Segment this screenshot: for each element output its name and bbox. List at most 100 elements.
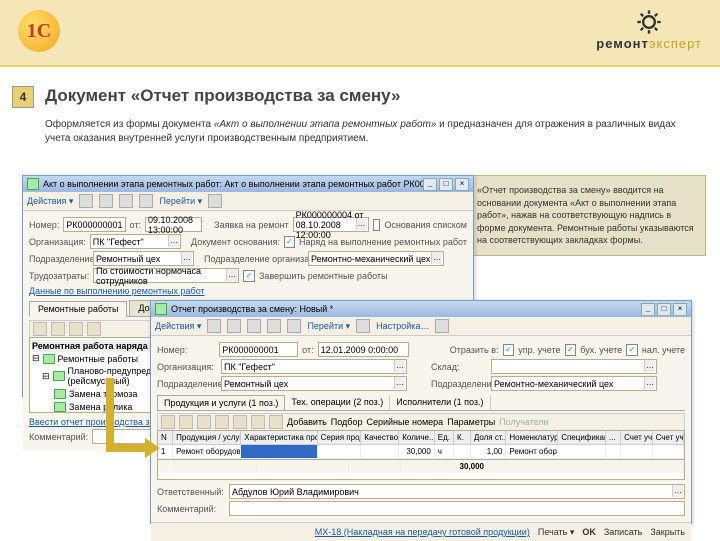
recipients-button[interactable]: Получатели (499, 417, 549, 427)
select-org[interactable]: ПК "Гефест" (221, 359, 407, 374)
tab-repair-works[interactable]: Ремонтные работы (29, 301, 127, 317)
toolbar-icon[interactable] (87, 322, 101, 336)
toolbar-icon[interactable] (247, 319, 261, 333)
col-header[interactable]: К. (454, 431, 471, 444)
actions-menu[interactable]: Действия ▾ (27, 196, 73, 207)
grid-cell[interactable] (653, 445, 684, 458)
select-request[interactable]: РК000000004 от 08.10.2008 12:00:00 (293, 217, 369, 232)
grid-cell[interactable] (241, 445, 317, 458)
print-button[interactable]: Печать ▾ (538, 527, 575, 538)
add-button[interactable]: Добавить (287, 417, 327, 427)
toolbar-icon[interactable] (227, 319, 241, 333)
col-header[interactable]: Характеристика продукции (241, 431, 317, 444)
grid-cell[interactable]: 1,00 (471, 445, 507, 458)
input-date[interactable]: 12.01.2009 0:00:00 (318, 342, 410, 357)
serials-button[interactable]: Серийные номера (366, 417, 443, 427)
grid-cell[interactable]: 1 (158, 445, 173, 458)
pick-button[interactable]: Подбор (331, 417, 363, 427)
toolbar-icon[interactable] (287, 319, 301, 333)
titlebar-act[interactable]: Акт о выполнении этапа ремонтных работ: … (23, 176, 473, 192)
toolbar-icon[interactable] (251, 415, 265, 429)
select-labor[interactable]: По стоимости нормочаса сотрудников (93, 268, 239, 283)
toolbar-icon[interactable] (99, 194, 113, 208)
tab-performers[interactable]: Исполнители (1 поз.) (390, 395, 490, 410)
goto-menu[interactable]: Перейти ▾ (307, 321, 350, 332)
grid-cell[interactable] (621, 445, 652, 458)
input-number[interactable]: РК000000001 (63, 217, 125, 232)
grid-cell[interactable]: 30,000 (399, 445, 435, 458)
toolbar-icon[interactable] (356, 319, 370, 333)
select-dept-org[interactable]: Ремонтно-механический цех (491, 376, 657, 391)
checkbox-finish[interactable]: ✓ (243, 270, 255, 282)
col-header[interactable]: Счет уч... (653, 431, 684, 444)
minimize-icon[interactable]: _ (641, 303, 655, 316)
toolbar-icon[interactable] (215, 415, 229, 429)
toolbar-icon[interactable] (69, 322, 83, 336)
toolbar-icon[interactable] (79, 194, 93, 208)
col-header[interactable]: Качество (361, 431, 399, 444)
grid-cell[interactable] (558, 445, 606, 458)
save-button[interactable]: Записать (604, 527, 642, 537)
checkbox-tax[interactable]: ✓ (626, 344, 638, 356)
toolbar-icon[interactable] (179, 415, 193, 429)
grid-cell[interactable] (318, 445, 362, 458)
params-button[interactable]: Параметры (447, 417, 495, 427)
toolbar-icon[interactable] (207, 319, 221, 333)
close-icon[interactable]: × (455, 178, 469, 191)
select-org[interactable]: ПК "Гефест" (90, 234, 181, 249)
select-dept-org[interactable]: Ремонтно-механический цех (308, 251, 444, 266)
minimize-icon[interactable]: _ (423, 178, 437, 191)
col-header[interactable]: Ед. (435, 431, 454, 444)
checkbox-acct[interactable]: ✓ (565, 344, 577, 356)
toolbar-icon[interactable] (269, 415, 283, 429)
grid-cell[interactable]: ч (435, 445, 454, 458)
ok-button[interactable]: OK (582, 527, 596, 537)
toolbar-icon[interactable] (435, 319, 449, 333)
col-header[interactable]: Номенклатур... (506, 431, 558, 444)
checkbox-naryad[interactable]: ✓ (284, 236, 295, 248)
col-header[interactable]: ... (606, 431, 621, 444)
tree-item[interactable]: Ремонтные работы (58, 354, 138, 364)
input-comment[interactable] (229, 501, 685, 516)
settings-button[interactable]: Настройка… (376, 321, 429, 331)
actions-menu[interactable]: Действия ▾ (155, 321, 201, 332)
col-header[interactable]: Количе... (399, 431, 435, 444)
tab-products[interactable]: Продукция и услуги (1 поз.) (157, 395, 285, 410)
select-dept[interactable]: Ремонтный цех (93, 251, 194, 266)
input-date[interactable]: 09.10.2008 13:00:00 (145, 217, 202, 232)
select-responsible[interactable]: Абдулов Юрий Владимирович (229, 484, 685, 499)
toolbar-icon[interactable] (197, 415, 211, 429)
grid-products[interactable]: N Продукция / услуга Характеристика прод… (157, 430, 685, 480)
goto-menu[interactable]: Перейти ▾ (159, 196, 202, 207)
col-header[interactable]: Продукция / услуга (173, 431, 241, 444)
grid-cell[interactable] (454, 445, 471, 458)
link-mx18[interactable]: МХ-18 (Накладная на передачу готовой про… (315, 527, 530, 537)
checkbox-mgmt[interactable]: ✓ (503, 344, 515, 356)
col-header[interactable]: N (158, 431, 173, 444)
toolbar-icon[interactable] (51, 322, 65, 336)
col-header[interactable]: Счет уч... (621, 431, 652, 444)
grid-cell[interactable] (606, 445, 621, 458)
col-header[interactable]: Спецификация (558, 431, 606, 444)
toolbar-icon[interactable] (208, 194, 222, 208)
close-button[interactable]: Закрыть (650, 527, 685, 537)
calendar-icon[interactable] (413, 343, 426, 356)
toolbar-icon[interactable] (233, 415, 247, 429)
grid-cell[interactable]: Ремонт обор... (506, 445, 558, 458)
toolbar-icon[interactable] (33, 322, 47, 336)
select-dept[interactable]: Ремонтный цех (221, 376, 407, 391)
select-warehouse[interactable] (491, 359, 657, 374)
titlebar-report[interactable]: Отчет производства за смену: Новый * _ □… (151, 301, 691, 317)
toolbar-icon[interactable] (119, 194, 133, 208)
toolbar-icon[interactable] (161, 415, 175, 429)
col-header[interactable]: Доля ст... (471, 431, 507, 444)
close-icon[interactable]: × (673, 303, 687, 316)
checkbox-basis-list[interactable] (373, 219, 381, 231)
toolbar-icon[interactable] (267, 319, 281, 333)
maximize-icon[interactable]: □ (439, 178, 453, 191)
grid-cell[interactable] (361, 445, 399, 458)
grid-cell[interactable]: Ремонт оборудования (173, 445, 241, 458)
col-header[interactable]: Серия прод. (318, 431, 362, 444)
maximize-icon[interactable]: □ (657, 303, 671, 316)
input-number[interactable]: РК000000001 (219, 342, 298, 357)
